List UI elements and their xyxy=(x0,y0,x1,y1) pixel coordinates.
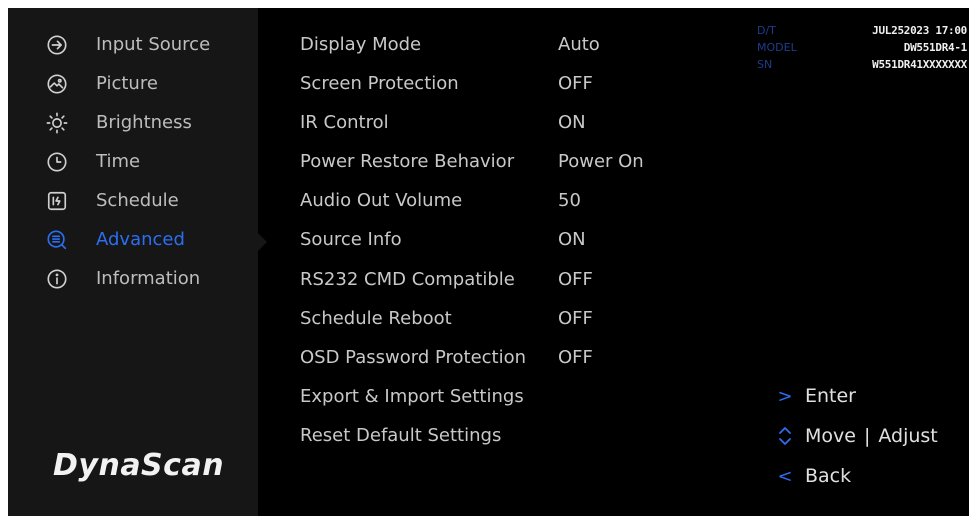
sidebar-item-picture[interactable]: Picture xyxy=(8,68,258,100)
device-info-panel: D/T JUL252023 17:00 MODEL DW551DR4-1 SN … xyxy=(757,22,967,82)
sidebar-item-label: Time xyxy=(96,151,141,172)
menu-row-label: Reset Default Settings xyxy=(300,425,502,446)
sidebar-item-information[interactable]: Information xyxy=(8,263,258,295)
menu-row-label: Display Mode xyxy=(300,34,422,55)
sidebar-item-label: Picture xyxy=(96,73,158,94)
sn-label: SN xyxy=(757,58,773,71)
advanced-icon xyxy=(46,229,68,251)
up-down-chevron-icon xyxy=(773,425,797,447)
input-source-icon xyxy=(46,34,68,56)
menu-row-value: OFF xyxy=(558,73,593,94)
menu-row-rs232-cmd-compatible[interactable]: RS232 CMD Compatible OFF xyxy=(258,263,738,297)
menu-row-label: Export & Import Settings xyxy=(300,386,524,407)
menu-row-label: Source Info xyxy=(300,229,402,250)
sn-value: W551DR41XXXXXXX xyxy=(872,58,967,71)
brand-logo: DynaScan xyxy=(53,448,225,483)
menu-row-display-mode[interactable]: Display Mode Auto xyxy=(258,28,738,62)
hint-enter: > Enter xyxy=(773,382,856,410)
menu-row-label: Power Restore Behavior xyxy=(300,151,515,172)
sidebar: Input Source Picture Brightness Time Sch… xyxy=(8,8,258,516)
sidebar-item-schedule[interactable]: Schedule xyxy=(8,185,258,217)
hint-enter-label: Enter xyxy=(805,385,856,407)
model-label: MODEL xyxy=(757,41,797,54)
menu-row-label: Schedule Reboot xyxy=(300,308,452,329)
menu-row-value: ON xyxy=(558,229,586,250)
sidebar-item-input-source[interactable]: Input Source xyxy=(8,29,258,61)
menu-row-label: OSD Password Protection xyxy=(300,347,527,368)
menu-row-schedule-reboot[interactable]: Schedule Reboot OFF xyxy=(258,302,738,336)
picture-icon xyxy=(46,73,68,95)
menu-row-label: Audio Out Volume xyxy=(300,190,463,211)
menu-row-value: OFF xyxy=(558,347,593,368)
menu-row-export-import-settings[interactable]: Export & Import Settings xyxy=(258,380,738,414)
info-icon xyxy=(46,268,68,290)
menu-row-reset-default-settings[interactable]: Reset Default Settings xyxy=(258,419,738,453)
dt-value: JUL252023 17:00 xyxy=(872,24,967,37)
sidebar-item-brightness[interactable]: Brightness xyxy=(8,107,258,139)
menu-row-osd-password-protection[interactable]: OSD Password Protection OFF xyxy=(258,341,738,375)
menu-row-value: Power On xyxy=(558,151,644,172)
brightness-icon xyxy=(46,112,68,134)
sidebar-item-label: Information xyxy=(96,268,201,289)
menu-row-label: Screen Protection xyxy=(300,73,459,94)
sidebar-item-label: Schedule xyxy=(96,190,179,211)
clock-icon xyxy=(46,151,68,173)
menu-row-label: RS232 CMD Compatible xyxy=(300,269,515,290)
hint-move-adjust: Move | Adjust xyxy=(773,422,938,450)
osd-screen: Input Source Picture Brightness Time Sch… xyxy=(8,8,969,516)
chevron-left-icon: < xyxy=(777,465,793,487)
hint-move-label: Move xyxy=(805,425,856,447)
menu-row-value: 50 xyxy=(558,190,581,211)
hint-back: < Back xyxy=(773,462,851,490)
schedule-icon xyxy=(46,190,68,212)
sidebar-item-label: Brightness xyxy=(96,112,192,133)
sidebar-item-advanced[interactable]: Advanced xyxy=(8,224,258,256)
hint-back-label: Back xyxy=(805,465,852,487)
menu-row-value: OFF xyxy=(558,269,593,290)
menu-row-source-info[interactable]: Source Info ON xyxy=(258,223,738,257)
menu-row-ir-control[interactable]: IR Control ON xyxy=(258,106,738,140)
menu-row-value: OFF xyxy=(558,308,593,329)
menu-row-power-restore-behavior[interactable]: Power Restore Behavior Power On xyxy=(258,145,738,179)
model-value: DW551DR4-1 xyxy=(903,41,968,54)
sidebar-item-time[interactable]: Time xyxy=(8,146,258,178)
menu-row-screen-protection[interactable]: Screen Protection OFF xyxy=(258,67,738,101)
hint-separator: | xyxy=(863,425,871,447)
menu-row-label: IR Control xyxy=(300,112,389,133)
hint-adjust-label: Adjust xyxy=(878,425,938,447)
chevron-right-icon: > xyxy=(777,385,793,407)
menu-row-value: ON xyxy=(558,112,586,133)
sidebar-item-label: Advanced xyxy=(96,229,185,250)
menu-row-audio-out-volume[interactable]: Audio Out Volume 50 xyxy=(258,184,738,218)
dt-label: D/T xyxy=(757,24,776,37)
sidebar-item-label: Input Source xyxy=(96,34,211,55)
menu-row-value: Auto xyxy=(558,34,600,55)
